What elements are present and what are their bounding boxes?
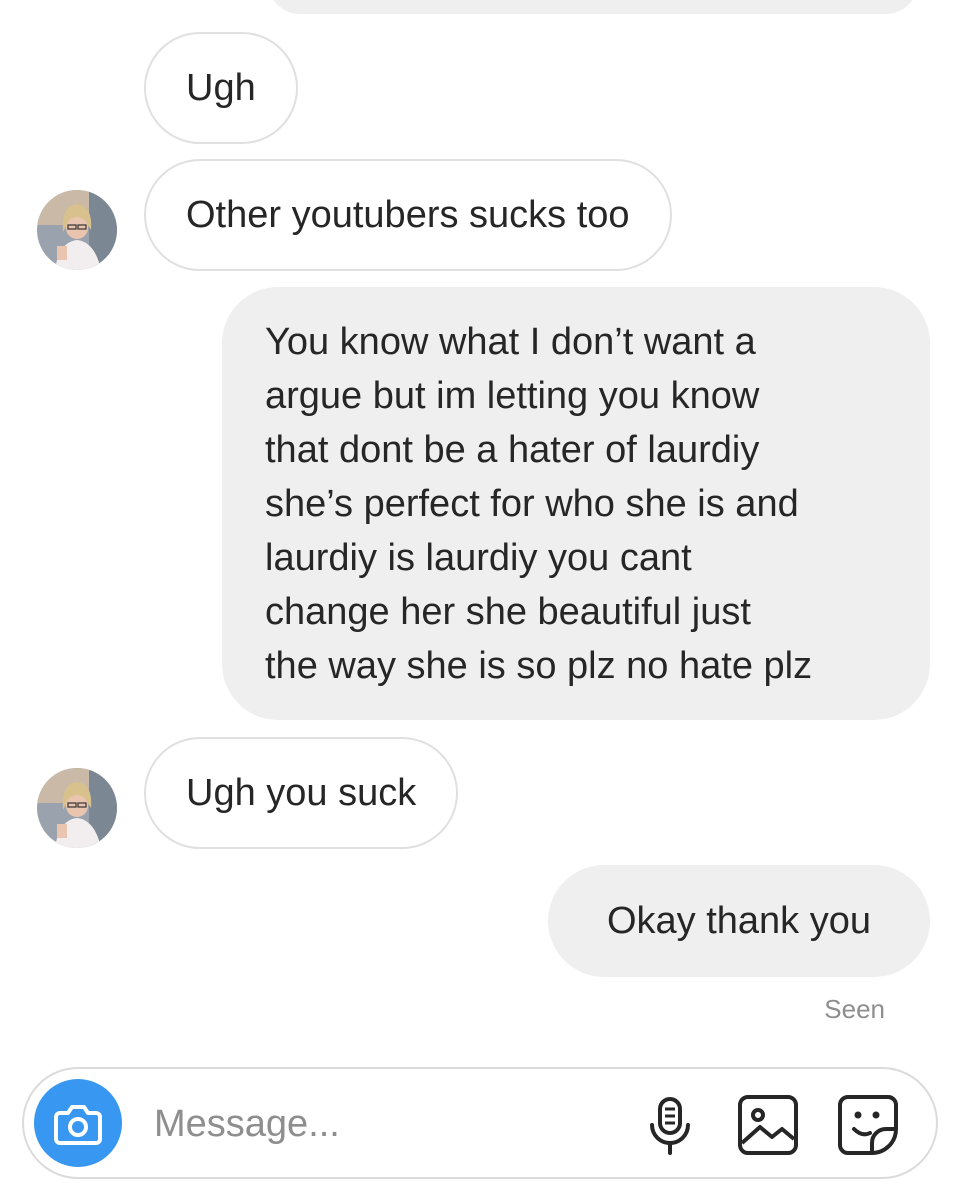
message-text: Ugh [186,67,256,109]
message-input[interactable] [152,1095,616,1153]
message-text: Okay thank you [606,900,872,942]
outgoing-message: Okay thank you [548,865,930,977]
message-line: she’s perfect for who she is and [265,483,799,525]
message-line: the way she is so plz no hate plz [265,645,813,687]
message-line: laurdiy is laurdiy you cant [265,537,692,579]
message-line: that dont be a hater of laurdiy [265,429,760,471]
incoming-message: Ugh [144,32,298,144]
gallery-icon[interactable] [736,1093,800,1157]
message-text: Other youtubers sucks too [186,194,630,236]
sticker-icon[interactable] [836,1093,900,1157]
incoming-message: Other youtubers sucks too [144,159,672,271]
message-line: change her she beautiful just [265,591,751,633]
seen-status: Seen [824,994,885,1024]
message-line: You know what I don’t want a [265,321,756,363]
message-composer [22,1067,938,1179]
camera-button[interactable] [34,1079,122,1167]
camera-icon [54,1105,102,1145]
avatar-photo [37,768,117,848]
outgoing-message: You know what I don’t want a argue but i… [222,287,930,720]
contact-avatar[interactable] [37,768,117,848]
incoming-message: Ugh you suck [144,737,459,849]
message-line: argue but im letting you know [265,375,760,417]
avatar-photo [37,190,117,270]
contact-avatar[interactable] [37,190,117,270]
previous-message-bubble [268,0,918,14]
microphone-icon[interactable] [638,1093,702,1157]
message-text: Ugh you suck [186,772,417,814]
